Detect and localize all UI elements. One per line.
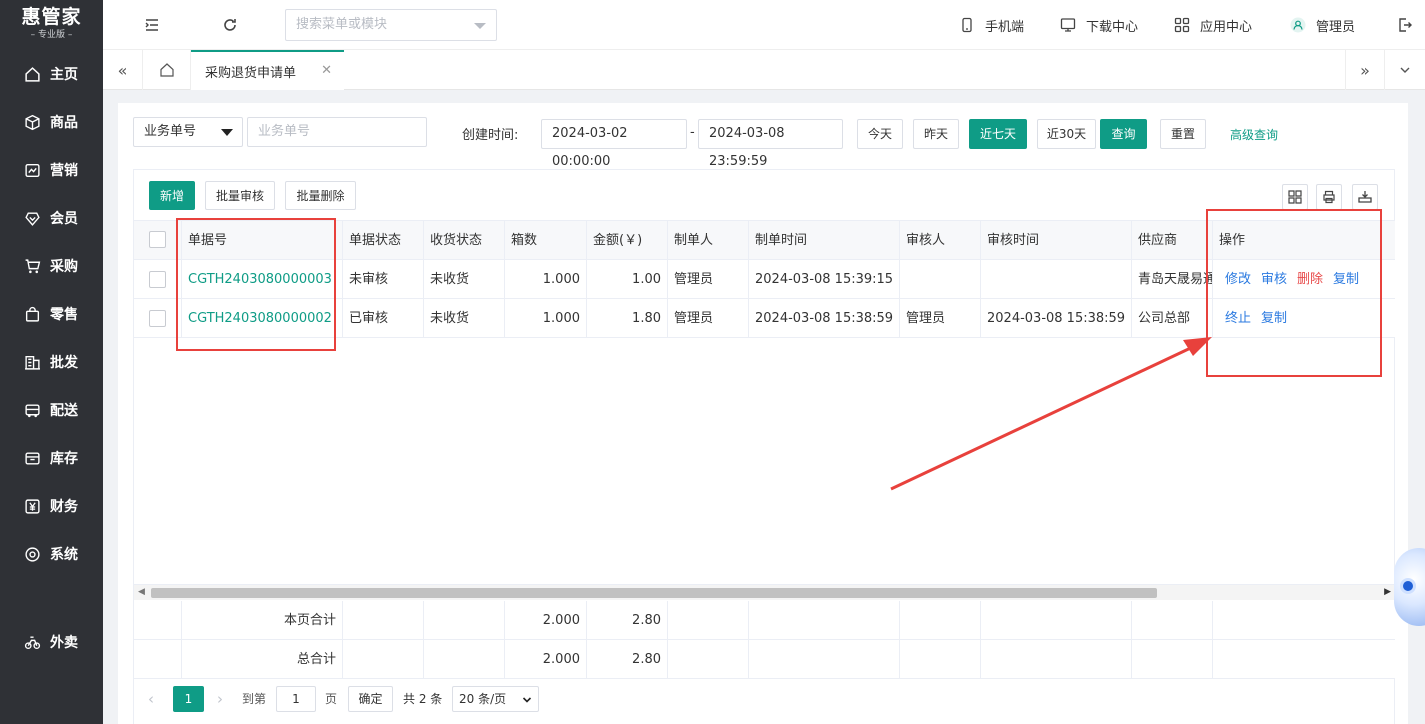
annotation-arrow <box>890 337 1212 491</box>
